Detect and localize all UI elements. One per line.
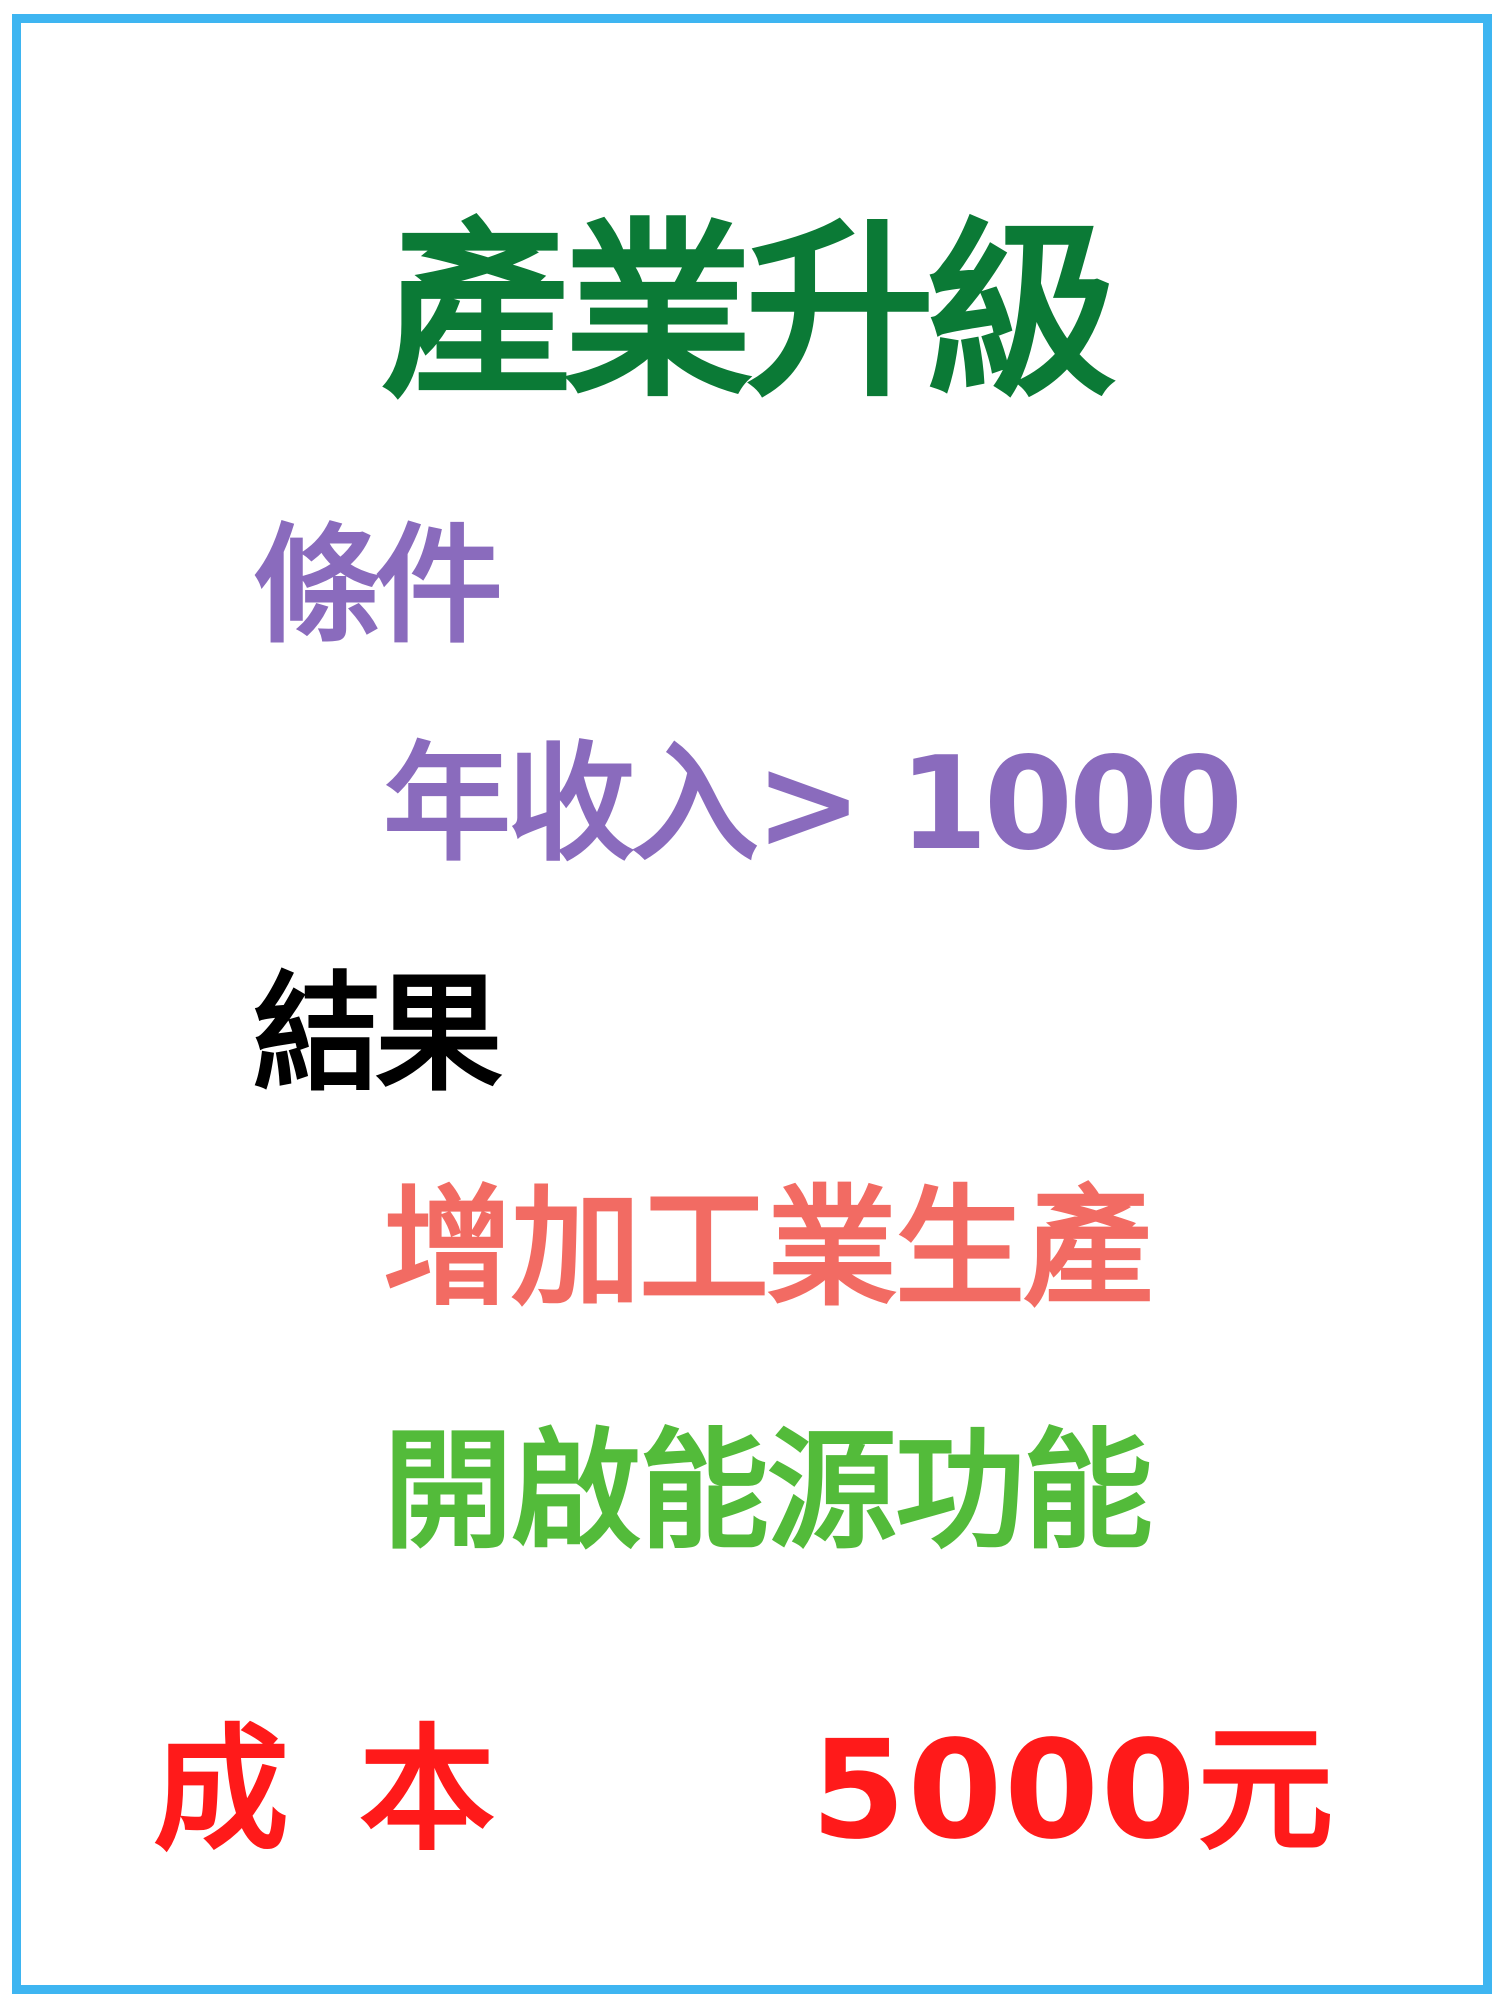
condition-text: 年收入> 1000 <box>383 730 1243 879</box>
cost-label: 成本 <box>153 1712 565 1870</box>
result-item: 開啟能源功能 <box>383 1415 1153 1567</box>
result-heading: 結果 <box>253 960 503 1109</box>
condition-heading: 條件 <box>253 512 503 661</box>
cost-value: 5000元 <box>811 1712 1336 1870</box>
result-item: 增加工業生產 <box>383 1172 1153 1324</box>
card-title: 產業升級 <box>381 202 1117 423</box>
card: 產業升級 條件 年收入> 1000 結果 增加工業生產 開啟能源功能 成本 50… <box>12 14 1492 1994</box>
